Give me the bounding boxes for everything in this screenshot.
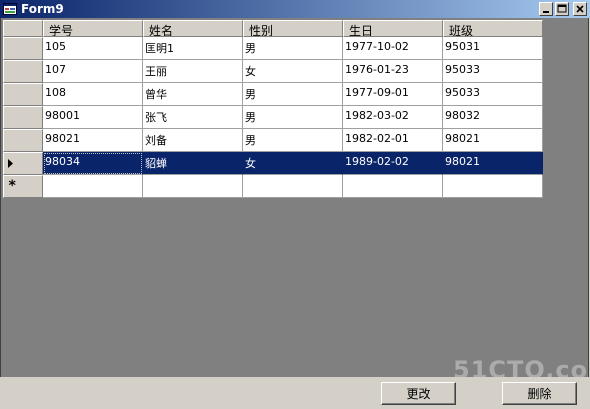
- grid-cell[interactable]: 98034: [43, 152, 143, 175]
- grid-cell[interactable]: 108: [43, 83, 143, 106]
- grid-cell[interactable]: 1989-02-02: [343, 152, 443, 175]
- maximize-icon: [557, 4, 567, 13]
- close-icon: [576, 5, 584, 13]
- column-header[interactable]: 学号: [43, 20, 143, 37]
- row-header-current[interactable]: [3, 152, 43, 175]
- column-header[interactable]: 性别: [243, 20, 343, 37]
- grid-cell-empty[interactable]: [43, 175, 143, 198]
- row-header[interactable]: [3, 129, 43, 152]
- row-header[interactable]: [3, 83, 43, 106]
- grid-cell[interactable]: 1977-10-02: [343, 37, 443, 60]
- close-button[interactable]: [573, 2, 587, 16]
- grid-cell[interactable]: 女: [243, 60, 343, 83]
- grid-cell[interactable]: 刘备: [143, 129, 243, 152]
- grid-cell[interactable]: 95033: [443, 60, 543, 83]
- data-grid-area: 学号 姓名 性别 生日 班级 105 匡明1 男 1977-10-02 9503…: [0, 18, 590, 405]
- form-icon: [3, 3, 17, 15]
- row-header[interactable]: [3, 60, 43, 83]
- grid-cell[interactable]: 107: [43, 60, 143, 83]
- grid-cell[interactable]: 1982-03-02: [343, 106, 443, 129]
- grid-cell[interactable]: 98021: [443, 152, 543, 175]
- grid-cell[interactable]: 98021: [43, 129, 143, 152]
- grid-cell[interactable]: 98032: [443, 106, 543, 129]
- row-header[interactable]: [3, 106, 43, 129]
- row-header[interactable]: [3, 37, 43, 60]
- button-panel: 更改 删除: [0, 377, 590, 409]
- grid-cell[interactable]: 98021: [443, 129, 543, 152]
- grid-cell-empty[interactable]: [343, 175, 443, 198]
- grid-cell[interactable]: 105: [43, 37, 143, 60]
- row-header-new[interactable]: *: [3, 175, 43, 198]
- delete-button[interactable]: 删除: [502, 382, 577, 405]
- window-title: Form9: [21, 2, 64, 16]
- grid-cell[interactable]: 1977-09-01: [343, 83, 443, 106]
- maximize-button[interactable]: [555, 2, 569, 16]
- grid-cell[interactable]: 男: [243, 129, 343, 152]
- grid-cell[interactable]: 95031: [443, 37, 543, 60]
- grid-cell[interactable]: 男: [243, 106, 343, 129]
- grid-cell-empty[interactable]: [443, 175, 543, 198]
- column-header[interactable]: 班级: [443, 20, 543, 37]
- grid-cell[interactable]: 1976-01-23: [343, 60, 443, 83]
- grid-cell[interactable]: 曾华: [143, 83, 243, 106]
- edit-button[interactable]: 更改: [381, 382, 456, 405]
- minimize-icon: [543, 11, 549, 13]
- grid-cell-empty[interactable]: [143, 175, 243, 198]
- grid-cell[interactable]: 男: [243, 37, 343, 60]
- new-row-asterisk-icon: *: [8, 178, 17, 194]
- current-row-arrow-icon: [8, 159, 13, 168]
- grid-cell[interactable]: 男: [243, 83, 343, 106]
- column-header[interactable]: 生日: [343, 20, 443, 37]
- corner-header[interactable]: [3, 20, 43, 37]
- grid-cell[interactable]: 95033: [443, 83, 543, 106]
- minimize-button[interactable]: [539, 2, 553, 16]
- grid-cell[interactable]: 98001: [43, 106, 143, 129]
- grid-cell[interactable]: 貂蝉: [143, 152, 243, 175]
- grid-cell-empty[interactable]: [243, 175, 343, 198]
- grid-cell[interactable]: 1982-02-01: [343, 129, 443, 152]
- grid-cell[interactable]: 张飞: [143, 106, 243, 129]
- title-bar[interactable]: Form9: [0, 0, 590, 18]
- column-header[interactable]: 姓名: [143, 20, 243, 37]
- grid-cell[interactable]: 女: [243, 152, 343, 175]
- grid-cell[interactable]: 匡明1: [143, 37, 243, 60]
- grid-cell[interactable]: 王丽: [143, 60, 243, 83]
